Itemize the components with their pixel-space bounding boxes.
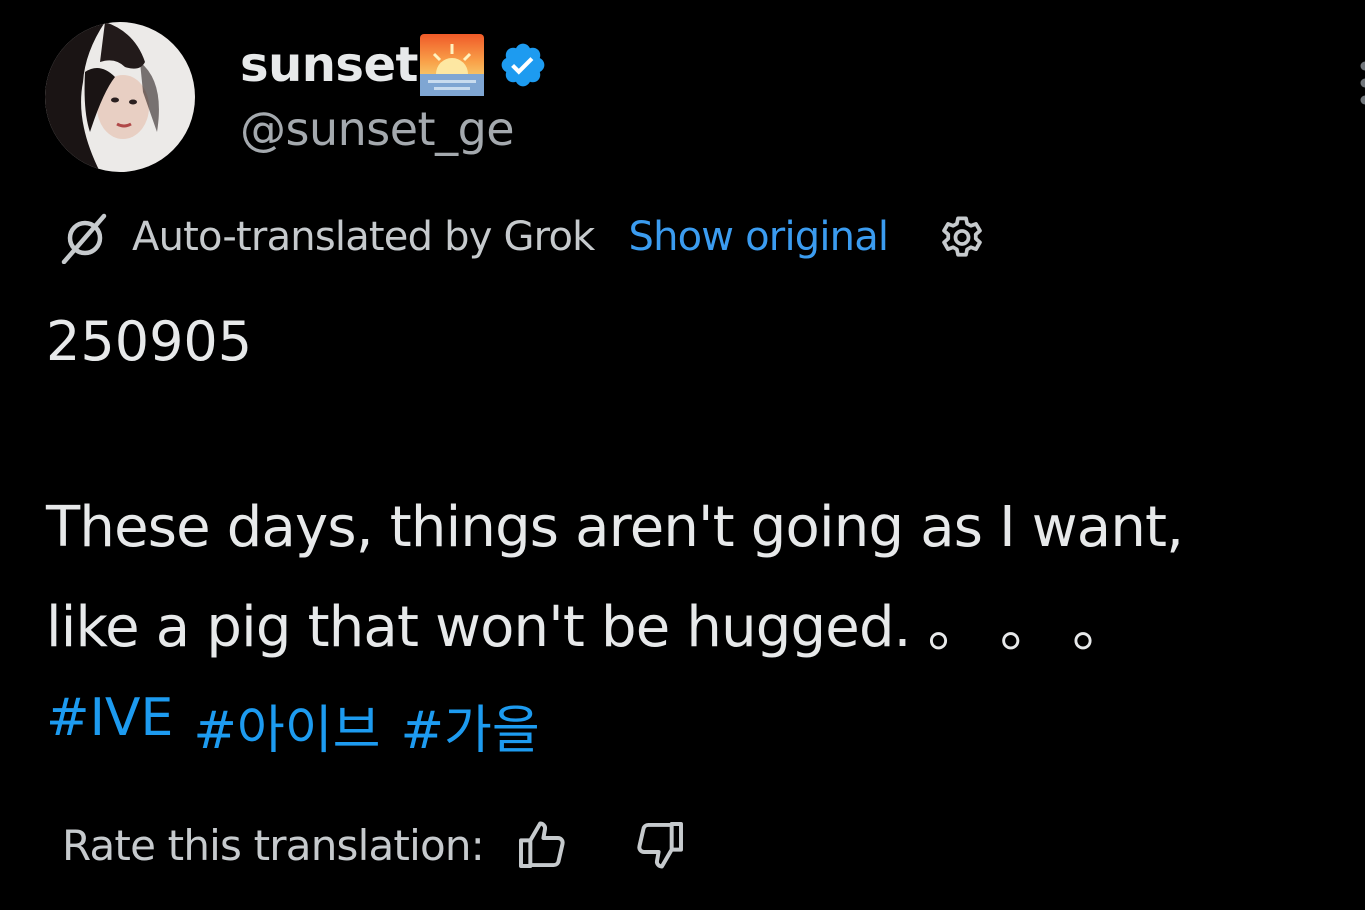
thumbs-down-icon[interactable] [632,817,688,873]
hashtag-list: #IVE #아이브 #가을 [46,688,540,763]
display-name-row: sunset [240,30,548,100]
post-body-line-2: like a pig that won't be hugged. 。 。 。 [46,595,1128,660]
grok-icon [58,210,112,265]
hashtag-gaeul[interactable]: #가을 [400,688,539,763]
rate-translation-label: Rate this translation: [62,820,485,870]
post-body-line-1: These days, things aren't going as I wan… [46,495,1184,560]
user-handle[interactable]: @sunset_ge [240,102,515,156]
gear-icon[interactable] [934,209,990,265]
show-original-link[interactable]: Show original [628,214,889,260]
auto-translated-label: Auto-translated by Grok [132,214,595,260]
rate-translation-row: Rate this translation: [62,812,688,878]
avatar[interactable] [45,22,195,172]
thumbs-up-icon[interactable] [514,817,570,873]
post-date-line: 250905 [46,310,253,373]
sunrise-emoji-icon [419,34,484,96]
verified-badge-icon [498,40,548,90]
hashtag-ive[interactable]: #IVE [46,688,173,763]
post-body: These days, things aren't going as I wan… [46,478,1346,678]
hashtag-ive-korean[interactable]: #아이브 [193,688,380,763]
display-name[interactable]: sunset [240,37,418,93]
more-options-icon[interactable] [1354,58,1365,108]
translation-bar: Auto-translated by Grok Show original [58,208,990,266]
